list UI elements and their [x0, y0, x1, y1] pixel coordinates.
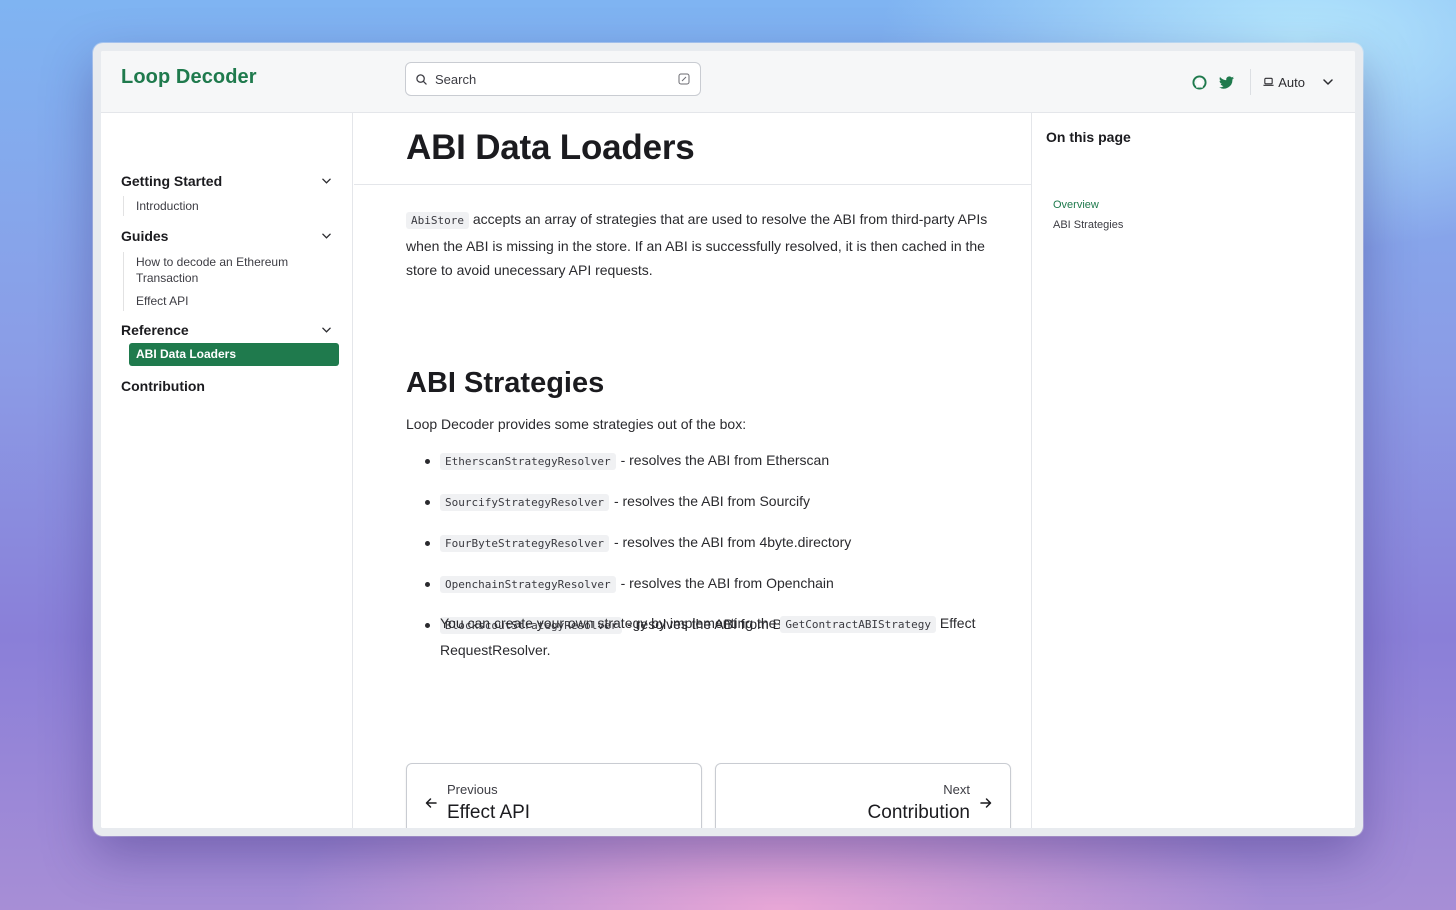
inline-code: GetContractABIStrategy — [780, 616, 937, 633]
list-item-text: - resolves the ABI from Sourcify — [613, 493, 811, 509]
header-actions: Auto — [1186, 51, 1355, 113]
sidebar-section-title: Reference — [121, 322, 189, 338]
sidebar: Getting Started Introduction Guides How … — [101, 113, 353, 828]
keyboard-shortcut-icon — [678, 73, 690, 85]
sidebar-section-reference: Reference — [121, 319, 339, 341]
docs-app: Loop Decoder Search Auto Getting Started… — [101, 51, 1355, 828]
on-this-page: On this page Overview ABI Strategies — [1031, 113, 1355, 828]
sidebar-item-abi-data-loaders[interactable]: ABI Data Loaders — [129, 343, 339, 366]
list-item: SourcifyStrategyResolver - resolves the A… — [406, 493, 1016, 534]
search-input[interactable]: Search — [405, 62, 701, 96]
list-item-text: - resolves the ABI from 4byte.directory — [613, 534, 852, 550]
chevron-down-icon — [322, 233, 331, 239]
sidebar-section-guides: Guides How to decode an Ethereum Transac… — [121, 225, 339, 311]
brand-logo[interactable]: Loop Decoder — [121, 66, 257, 89]
intro-text: accepts an array of strategies that are … — [406, 211, 988, 278]
chevron-down-icon — [322, 327, 331, 333]
lead-paragraph: Loop Decoder provides some strategies ou… — [406, 416, 747, 432]
sidebar-sub-list: How to decode an Ethereum Transaction Ef… — [123, 252, 339, 311]
custom-strategy-paragraph: You can create your own strategy by impl… — [440, 611, 1010, 662]
previous-page-button[interactable]: Previous Effect API — [406, 763, 702, 828]
app-window: Loop Decoder Search Auto Getting Started… — [93, 43, 1363, 836]
previous-label: Previous — [447, 782, 498, 797]
github-icon[interactable] — [1186, 69, 1213, 96]
list-item: EtherscanStrategyResolver - resolves the … — [406, 452, 1016, 493]
sidebar-section-toggle[interactable]: Reference — [121, 319, 339, 341]
sidebar-section-title: Guides — [121, 228, 169, 244]
inline-code: FourByteStrategyResolver — [440, 535, 609, 552]
list-item: FourByteStrategyResolver - resolves the A… — [406, 534, 1016, 575]
next-page-button[interactable]: Next Contribution — [715, 763, 1011, 828]
inline-code: SourcifyStrategyResolver — [440, 494, 609, 511]
sidebar-item-contribution[interactable]: Contribution — [121, 375, 339, 397]
sidebar-section-contribution: Contribution — [121, 375, 339, 397]
header-divider — [1250, 69, 1252, 95]
sidebar-item-introduction[interactable]: Introduction — [136, 196, 339, 216]
page-title: ABI Data Loaders — [406, 128, 695, 167]
list-item-text: - resolves the ABI from Openchain — [620, 575, 834, 591]
arrow-right-icon — [980, 796, 992, 814]
next-title: Contribution — [867, 802, 970, 823]
sidebar-item-decode-transaction[interactable]: How to decode an Ethereum Transaction — [136, 252, 326, 288]
twitter-icon[interactable] — [1213, 69, 1240, 96]
sidebar-sub-list: Introduction — [123, 196, 339, 216]
section-heading-abi-strategies: ABI Strategies — [406, 367, 605, 399]
next-label: Next — [943, 782, 970, 797]
previous-title: Effect API — [447, 802, 531, 823]
search-placeholder: Search — [435, 71, 477, 87]
intro-paragraph: AbiStore accepts an array of strategies … — [406, 207, 1016, 283]
chevron-down-icon — [322, 178, 331, 184]
sidebar-section-title: Contribution — [121, 378, 205, 394]
sidebar-item-effect-api[interactable]: Effect API — [136, 288, 339, 311]
theme-label: Auto — [1278, 74, 1305, 90]
toc-title: On this page — [1046, 129, 1131, 145]
sidebar-section-toggle[interactable]: Getting Started — [121, 170, 339, 192]
toc-link-overview[interactable]: Overview — [1053, 199, 1099, 211]
sidebar-section-title: Getting Started — [121, 173, 223, 189]
theme-select[interactable]: Auto — [1263, 75, 1305, 90]
sidebar-section-getting-started: Getting Started Introduction — [121, 170, 339, 216]
list-item-text: - resolves the ABI from Etherscan — [620, 452, 830, 468]
toc-link-abi-strategies[interactable]: ABI Strategies — [1053, 219, 1123, 231]
arrow-left-icon — [425, 796, 437, 814]
sidebar-section-toggle[interactable]: Guides — [121, 225, 339, 247]
inline-code: AbiStore — [406, 212, 469, 229]
custom-prefix: You can create your own strategy by impl… — [440, 615, 781, 631]
list-item: OpenchainStrategyResolver - resolves the … — [406, 575, 1016, 616]
inline-code: EtherscanStrategyResolver — [440, 453, 616, 470]
title-band: ABI Data Loaders — [354, 113, 1031, 185]
top-navbar: Loop Decoder Search Auto — [101, 51, 1355, 113]
laptop-icon — [1263, 77, 1274, 87]
chevron-down-icon[interactable] — [1323, 79, 1333, 85]
search-icon — [416, 73, 427, 85]
main-content: ABI Data Loaders AbiStore accepts an arr… — [354, 113, 1031, 828]
inline-code: OpenchainStrategyResolver — [440, 576, 616, 593]
